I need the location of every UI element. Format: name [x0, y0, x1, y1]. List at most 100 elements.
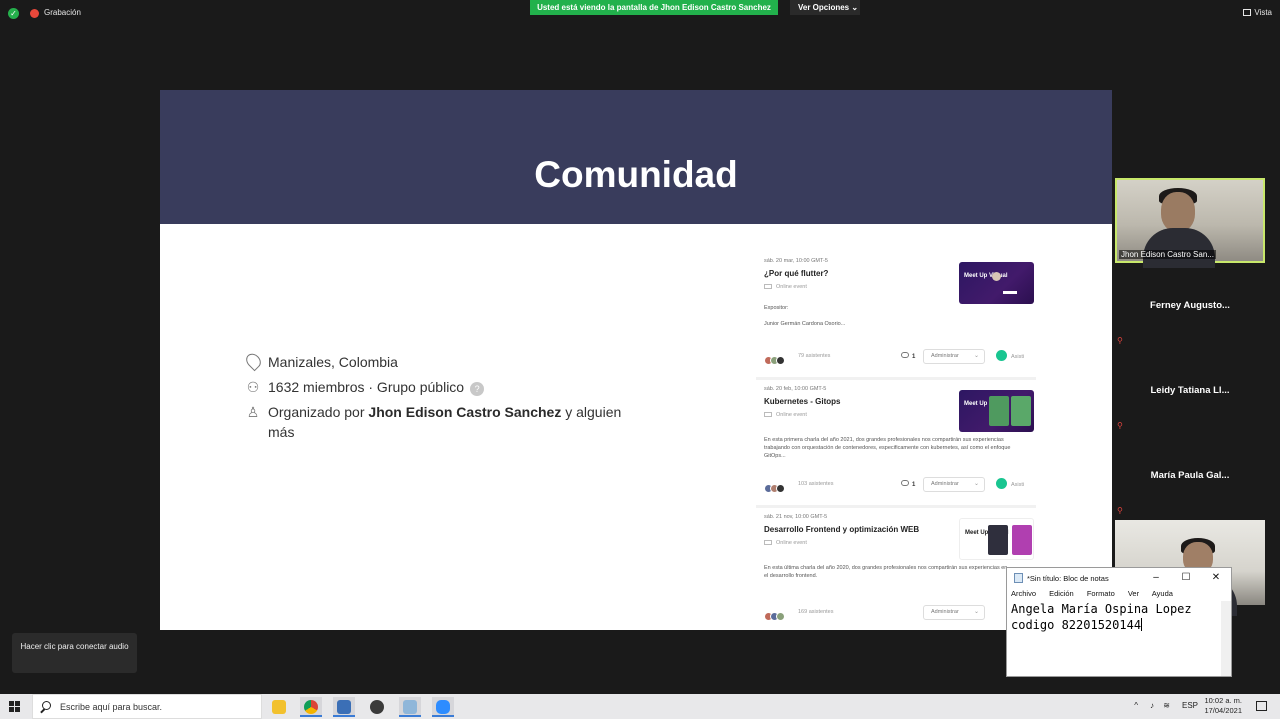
- taskbar-clock[interactable]: 10:02 a. m. 17/04/2021: [1204, 696, 1242, 716]
- notepad-line: codigo 82201520144: [1011, 618, 1142, 632]
- people-icon: ⚇: [246, 379, 260, 395]
- connect-audio-tooltip[interactable]: Hacer clic para conectar audio: [12, 633, 137, 673]
- volume-icon[interactable]: ♪: [1150, 701, 1154, 710]
- language-indicator[interactable]: ESP: [1182, 701, 1198, 710]
- group-organizer: ♙ Organizado por Jhon Edison Castro Sanc…: [244, 402, 644, 442]
- view-options-button[interactable]: Ver Opciones ⌄: [790, 0, 860, 15]
- event-title: Desarrollo Frontend y optimización WEB: [764, 525, 920, 534]
- view-options-label: Ver Opciones: [798, 3, 850, 12]
- search-icon: [42, 701, 51, 710]
- group-location: Manizales, Colombia: [242, 350, 644, 372]
- event-thumbnail: Meet Up Virtual: [959, 262, 1034, 304]
- comment-count: 1: [901, 480, 915, 488]
- members-text: 1632 miembros · Grupo público: [268, 379, 465, 395]
- event-date: sáb. 20 feb, 10:00 GMT-5: [764, 386, 827, 392]
- avatar: [776, 612, 785, 621]
- menu-ayuda[interactable]: Ayuda: [1152, 589, 1173, 598]
- comment-count-value: 1: [912, 482, 916, 488]
- menu-edicion[interactable]: Edición: [1049, 589, 1074, 598]
- location-text: Manizales, Colombia: [268, 354, 398, 370]
- organizer-name: Jhon Edison Castro Sanchez: [368, 404, 562, 420]
- speaker-photo: [988, 525, 1008, 555]
- menu-formato[interactable]: Formato: [1087, 589, 1115, 598]
- windows-start-icon[interactable]: [9, 701, 21, 713]
- comment-icon: [901, 480, 909, 486]
- grid-view-icon: [1243, 9, 1252, 16]
- zoom-taskbar-icon[interactable]: [432, 697, 454, 717]
- speaker-photo: [1011, 396, 1031, 426]
- attendee-count: 103 asistentes: [798, 481, 834, 487]
- notepad-title-bar[interactable]: *Sin título: Bloc de notas – ☐ ✕: [1007, 568, 1231, 588]
- notepad-text-area[interactable]: Angela María Ospina Lopez codigo 8220152…: [1007, 601, 1221, 677]
- view-label: Vista: [1254, 8, 1272, 17]
- chevron-down-icon: ⌄: [973, 481, 979, 487]
- notepad-scrollbar[interactable]: [1221, 601, 1231, 676]
- event-thumbnail: Meet Up Virtual: [959, 390, 1034, 432]
- speaker-photo: [989, 396, 1009, 426]
- thumbnail-button: [1003, 291, 1017, 294]
- event-online-label: Online event: [776, 284, 807, 290]
- security-shield-icon[interactable]: ✓: [8, 8, 19, 19]
- location-pin-icon: [242, 350, 264, 372]
- obs-icon[interactable]: [366, 697, 388, 717]
- manage-dropdown: Administrar ⌄: [923, 477, 985, 492]
- person-icon: ♙: [246, 404, 260, 420]
- muted-microphone-icon: ⚲: [1117, 421, 1123, 430]
- event-thumbnail: Meet Up Virtual: [959, 518, 1034, 560]
- chrome-icon[interactable]: [300, 697, 322, 717]
- event-online-label: Online event: [776, 540, 807, 546]
- event-card: sáb. 20 feb, 10:00 GMT-5 Kubernetes - Gi…: [756, 386, 1036, 508]
- event-title: Kubernetes - Gitops: [764, 397, 841, 406]
- attendee-count: 169 asistentes: [798, 609, 834, 615]
- video-camera-icon: [764, 284, 772, 289]
- chevron-down-icon: ⌄: [973, 609, 979, 615]
- minimize-button[interactable]: –: [1145, 571, 1167, 585]
- comment-icon: [901, 352, 909, 358]
- attendee-avatars: [764, 480, 785, 498]
- close-button[interactable]: ✕: [1205, 571, 1227, 585]
- participant-name: Jhon Edison Castro San...: [1119, 250, 1216, 259]
- comment-count: 1: [901, 352, 915, 360]
- attendee-avatars: [764, 608, 785, 626]
- event-card: sáb. 20 mar, 10:00 GMT-5 ¿Por qué flutte…: [756, 258, 1036, 380]
- participant-name[interactable]: María Paula Gal...: [1115, 470, 1265, 481]
- taskbar-search-box[interactable]: Escribe aquí para buscar.: [32, 694, 262, 719]
- event-online-label: Online event: [776, 412, 807, 418]
- attended-badge: Asisti: [996, 350, 1024, 363]
- attended-label: Asisti: [1011, 354, 1025, 360]
- view-button[interactable]: Vista: [1243, 8, 1272, 17]
- menu-ver[interactable]: Ver: [1128, 589, 1139, 598]
- attendee-avatars: [764, 352, 785, 370]
- event-date: sáb. 21 nov, 10:00 GMT-5: [764, 514, 828, 520]
- notepad-line-2: codigo 82201520144: [1011, 617, 1221, 633]
- windows-taskbar: Escribe aquí para buscar. ^ ♪ ≋ ESP 10:0…: [0, 694, 1280, 719]
- participant-name[interactable]: Leidy Tatiana Ll...: [1115, 385, 1265, 396]
- notepad-app-icon: [1014, 573, 1023, 583]
- shared-screen-slide: Comunidad Manizales, Colombia ⚇ 1632 mie…: [160, 90, 1112, 630]
- notepad-taskbar-icon[interactable]: [399, 697, 421, 717]
- active-speaker-video[interactable]: Jhon Edison Castro San...: [1115, 178, 1265, 268]
- manage-label: Administrar: [931, 481, 959, 487]
- maximize-button[interactable]: ☐: [1175, 571, 1197, 585]
- notepad-window[interactable]: *Sin título: Bloc de notas – ☐ ✕ Archivo…: [1006, 567, 1232, 677]
- participant-name[interactable]: Ferney Augusto...: [1115, 300, 1265, 311]
- attended-label: Asisti: [1011, 482, 1025, 488]
- attendee-count: 79 asistentes: [798, 353, 831, 359]
- slide-header-band: Comunidad: [160, 90, 1112, 224]
- wifi-icon[interactable]: ≋: [1163, 701, 1170, 710]
- notification-icon[interactable]: [1256, 701, 1267, 711]
- chevron-down-icon: ⌄: [973, 353, 979, 359]
- attended-badge: Asisti: [996, 478, 1024, 491]
- event-description: En esta primera charla del año 2021, dos…: [764, 437, 1011, 459]
- group-members: ⚇ 1632 miembros · Grupo público?: [244, 377, 644, 397]
- event-title: ¿Por qué flutter?: [764, 269, 829, 278]
- chevron-up-icon[interactable]: ^: [1134, 701, 1138, 710]
- menu-archivo[interactable]: Archivo: [1011, 589, 1036, 598]
- file-explorer-icon[interactable]: [268, 697, 290, 717]
- event-online: Online event: [764, 412, 807, 418]
- speaker-photo: [992, 272, 1001, 281]
- event-description: Expositor: Junior Germán Cardona Osorio.…: [764, 304, 1036, 328]
- recording-label: Grabación: [44, 8, 81, 17]
- remote-desktop-icon[interactable]: [333, 697, 355, 717]
- event-desc-line: Junior Germán Cardona Osorio...: [764, 321, 846, 327]
